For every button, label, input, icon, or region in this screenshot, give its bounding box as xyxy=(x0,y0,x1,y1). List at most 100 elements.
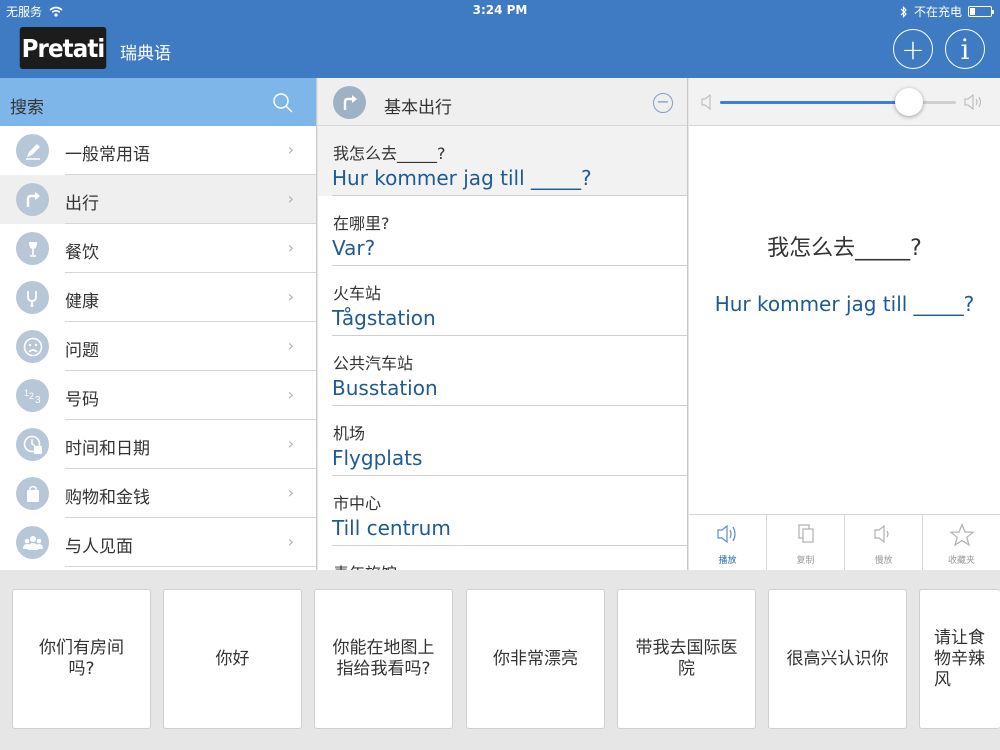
phrase-swedish: Hur kommer jag till _____? xyxy=(332,166,592,190)
pen-icon xyxy=(16,134,49,167)
app-logo: Pretati xyxy=(19,27,107,69)
numbers-icon: 123 xyxy=(16,379,49,412)
phrase-swedish: Flygplats xyxy=(332,446,423,470)
status-right: 不在充电 xyxy=(900,3,994,20)
quick-phrase-card[interactable]: 请让食物辛辣风 xyxy=(919,589,1000,729)
phrase-item[interactable]: 机场 Flygplats xyxy=(318,406,687,476)
phrase-swedish: Var? xyxy=(332,236,376,260)
bluetooth-icon xyxy=(900,5,907,18)
favorite-label: 收藏夹 xyxy=(947,556,975,566)
search-icon[interactable] xyxy=(272,92,294,114)
phrase-swedish: Tågstation xyxy=(332,306,436,330)
phrase-chinese: 火车站 xyxy=(333,284,382,303)
phrase-swedish: Till centrum xyxy=(332,516,451,540)
phrase-chinese: 机场 xyxy=(333,424,366,443)
sidebar-item-numbers[interactable]: 123 号码 › xyxy=(0,371,316,420)
speaker-icon xyxy=(689,523,766,545)
volume-slider[interactable] xyxy=(689,78,1000,126)
volume-high-icon xyxy=(964,94,981,110)
phrase-chinese: 我怎么去_____? xyxy=(333,144,446,163)
battery-label: 不在充电 xyxy=(913,5,962,19)
wine-glass-icon xyxy=(16,232,49,265)
chevron-right-icon: › xyxy=(287,385,294,404)
detail-swedish: Hur kommer jag till _____? xyxy=(714,292,975,316)
volume-fill xyxy=(720,101,909,104)
sidebar-item-meeting-people[interactable]: 与人见面 › xyxy=(0,518,316,567)
quick-phrase-card[interactable]: 带我去国际医院 xyxy=(617,589,756,729)
turn-right-icon xyxy=(333,86,366,119)
collapse-button[interactable]: − xyxy=(653,93,673,113)
chevron-right-icon: › xyxy=(287,483,294,502)
people-icon xyxy=(16,526,49,559)
sidebar-item-label: 时间和日期 xyxy=(65,439,150,459)
sidebar-item-problems[interactable]: 问题 › xyxy=(0,322,316,371)
quick-phrase-card[interactable]: 你非常漂亮 xyxy=(466,589,605,729)
phrase-chinese: 公共汽车站 xyxy=(333,354,414,373)
sidebar-item-time-date[interactable]: 时间和日期 › xyxy=(0,420,316,469)
volume-thumb[interactable] xyxy=(894,88,923,116)
quick-phrase-card[interactable]: 你们有房间吗? xyxy=(12,589,151,729)
phrase-chinese: 青年旅馆 xyxy=(333,560,397,570)
battery-icon xyxy=(968,6,994,17)
phrase-item[interactable]: 青年旅馆 xyxy=(318,546,687,570)
phrase-chinese: 在哪里? xyxy=(333,214,390,233)
phrase-swedish: Busstation xyxy=(332,376,438,400)
phrase-list: 基本出行 − 我怎么去_____? Hur kommer jag till __… xyxy=(318,78,688,570)
clock: 3:24 PM xyxy=(472,3,528,17)
sidebar-item-label: 出行 xyxy=(65,194,99,214)
chevron-right-icon: › xyxy=(287,238,294,257)
add-button[interactable]: + xyxy=(893,29,933,69)
info-button[interactable]: i xyxy=(945,29,985,69)
turn-right-icon xyxy=(16,183,49,216)
svg-text:2: 2 xyxy=(29,391,34,401)
status-bar: 无服务 3:24 PM 不在充电 xyxy=(0,0,1000,20)
chevron-right-icon: › xyxy=(287,189,294,208)
sidebar-item-label: 一般常用语 xyxy=(65,145,150,165)
sidebar-item-general[interactable]: 一般常用语 › xyxy=(0,126,316,175)
sidebar-item-label: 餐饮 xyxy=(65,243,99,263)
sidebar-item-label: 购物和金钱 xyxy=(65,488,150,508)
shopping-bag-icon xyxy=(16,477,49,510)
chevron-right-icon: › xyxy=(287,532,294,551)
chevron-right-icon: › xyxy=(287,287,294,306)
clock-calendar-icon xyxy=(16,428,49,461)
phrase-list-title: 基本出行 xyxy=(384,98,452,118)
play-button[interactable]: 播放 xyxy=(689,515,767,570)
search-bar[interactable]: 搜索 xyxy=(0,78,316,126)
phrase-item[interactable]: 在哪里? Var? xyxy=(318,196,687,266)
sidebar-item-health[interactable]: 健康 › xyxy=(0,273,316,322)
search-label: 搜索 xyxy=(10,98,44,118)
phrase-item[interactable]: 市中心 Till centrum xyxy=(318,476,687,546)
volume-low-icon xyxy=(701,94,711,110)
phrase-item[interactable]: 我怎么去_____? Hur kommer jag till _____? xyxy=(318,126,687,196)
phrase-item[interactable]: 公共汽车站 Busstation xyxy=(318,336,687,406)
sidebar-item-dining[interactable]: 餐饮 › xyxy=(0,224,316,273)
phrase-chinese: 市中心 xyxy=(333,494,382,513)
category-sidebar: 搜索 一般常用语 › 出行 › 餐饮 › 健康 › 问题 › 1 2 3 号码 … xyxy=(0,78,317,570)
chevron-right-icon: › xyxy=(287,140,294,159)
phrase-item[interactable]: 火车站 Tågstation xyxy=(318,266,687,336)
sidebar-item-shopping[interactable]: 购物和金钱 › xyxy=(0,469,316,518)
quick-phrase-card[interactable]: 你能在地图上指给我看吗? xyxy=(314,589,453,729)
sidebar-item-travel[interactable]: 出行 › xyxy=(0,175,316,224)
quick-phrase-card[interactable]: 很高兴认识你 xyxy=(768,589,907,729)
sidebar-item-label: 与人见面 xyxy=(65,537,133,557)
play-label: 播放 xyxy=(718,556,737,566)
sad-face-icon xyxy=(16,330,49,363)
speaker-slow-icon xyxy=(845,523,922,545)
target-language: 瑞典语 xyxy=(120,44,171,64)
chevron-right-icon: › xyxy=(287,434,294,453)
star-icon xyxy=(923,523,1000,547)
slow-play-button[interactable]: 慢放 xyxy=(845,515,923,570)
favorite-button[interactable]: 收藏夹 xyxy=(923,515,1000,570)
phrase-list-header: 基本出行 − xyxy=(318,78,687,126)
divider xyxy=(65,566,316,567)
stethoscope-icon xyxy=(16,281,49,314)
chevron-right-icon: › xyxy=(287,336,294,355)
quick-phrase-card[interactable]: 你好 xyxy=(163,589,302,729)
copy-button[interactable]: 复制 xyxy=(767,515,845,570)
svg-text:3: 3 xyxy=(35,395,41,406)
copy-icon xyxy=(767,523,844,545)
sidebar-item-label: 健康 xyxy=(65,292,99,312)
phrase-detail: 我怎么去_____? Hur kommer jag till _____? 播放… xyxy=(689,78,1000,570)
